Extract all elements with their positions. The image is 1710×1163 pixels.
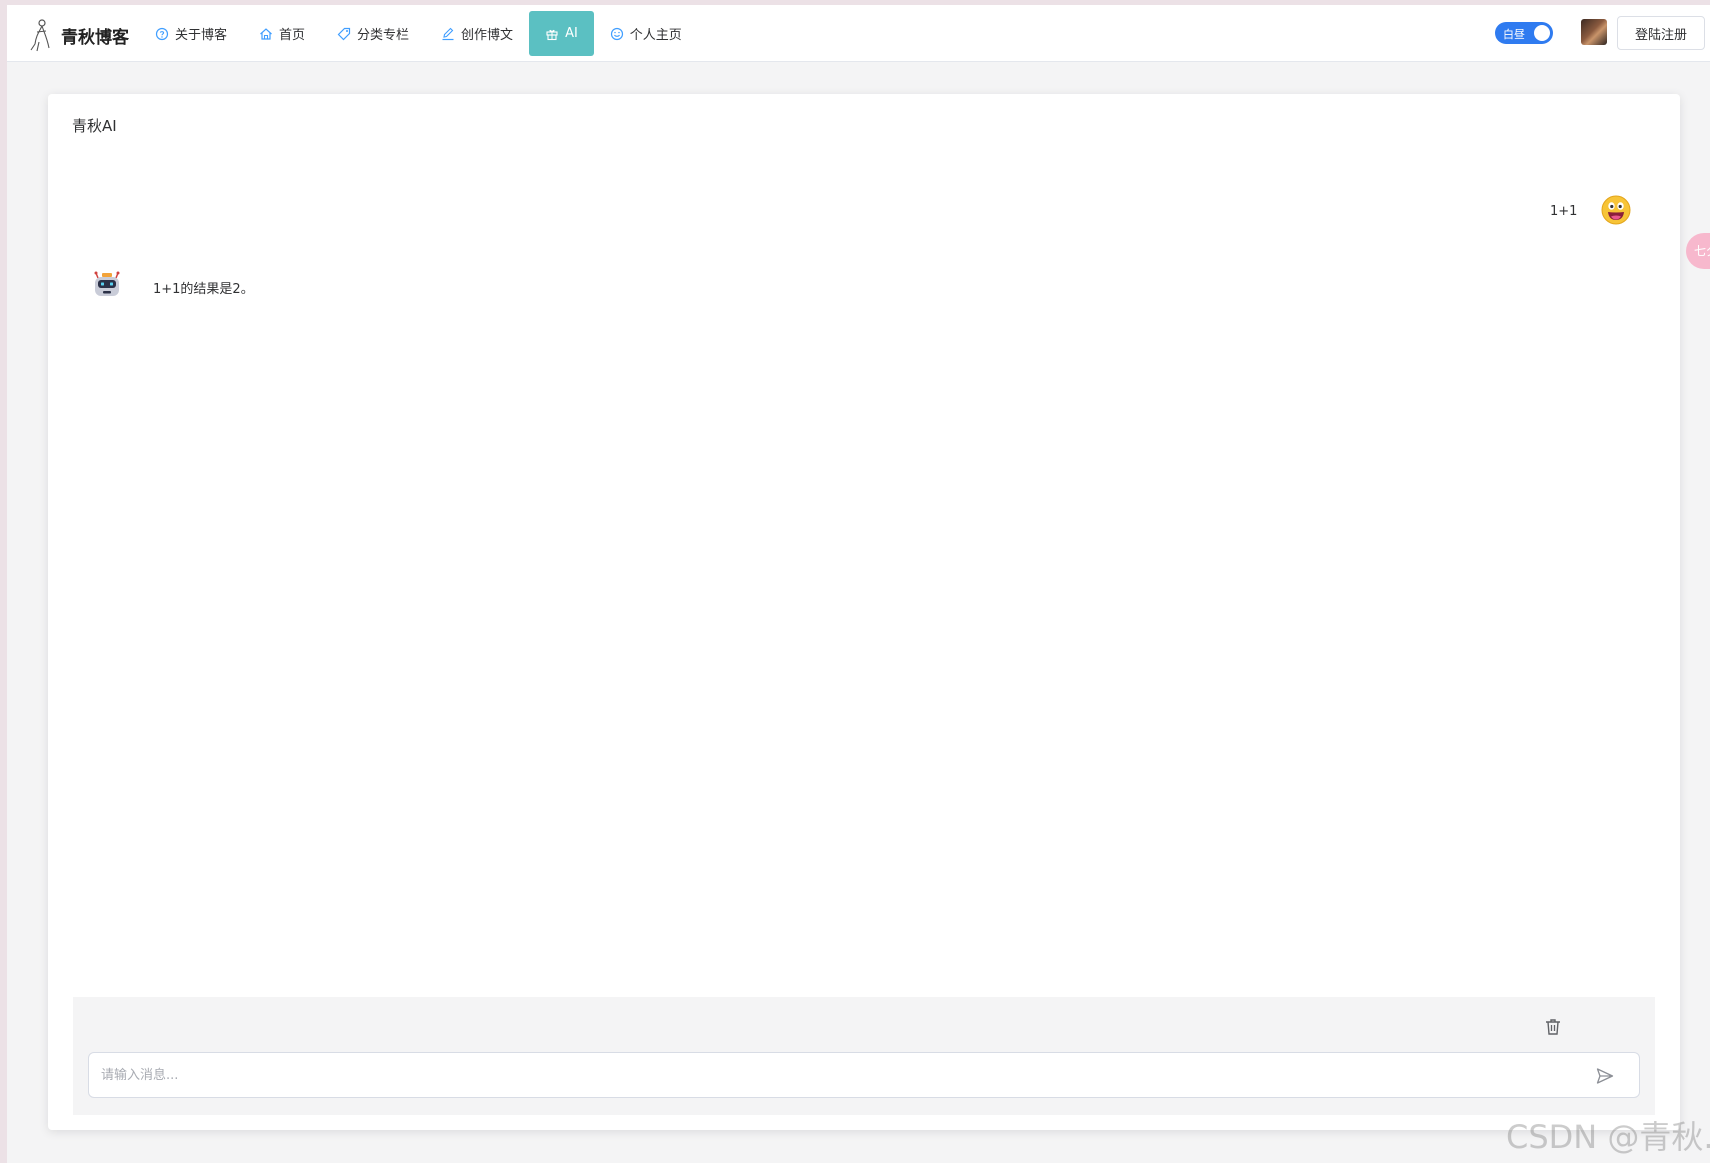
nav-item-categories[interactable]: 分类专栏: [321, 11, 425, 56]
send-icon[interactable]: [1595, 1066, 1615, 1086]
blog-brand-name[interactable]: 青秋博客: [61, 23, 129, 48]
nav-item-profile[interactable]: 个人主页: [594, 11, 698, 56]
question-circle-icon: [155, 27, 169, 41]
nav-label: AI: [565, 26, 578, 41]
nav-item-home[interactable]: 首页: [243, 11, 321, 56]
csdn-watermark: CSDN @青秋.: [1506, 1118, 1710, 1156]
side-floating-tab[interactable]: 七夕: [1686, 233, 1710, 269]
smile-circle-icon: [610, 27, 624, 41]
nav-item-write[interactable]: 创作博文: [425, 11, 529, 56]
gift-icon: [545, 27, 559, 41]
theme-toggle-label: 白昼: [1503, 28, 1525, 41]
main-nav: 关于博客 首页 分类专栏 创作博文 AI 个人主页: [139, 11, 698, 56]
chat-input-area: [73, 997, 1655, 1115]
nav-label: 首页: [279, 28, 306, 43]
message-input[interactable]: [88, 1052, 1640, 1098]
nav-item-about[interactable]: 关于博客: [139, 11, 243, 56]
login-register-button[interactable]: 登陆注册: [1617, 16, 1705, 50]
chat-title: 青秋AI: [72, 117, 117, 135]
assistant-message-text: 1+1的结果是2。: [153, 282, 254, 297]
edit-icon: [441, 27, 455, 41]
tag-icon: [337, 27, 351, 41]
nav-label: 关于博客: [175, 28, 228, 43]
theme-toggle-switch[interactable]: 白昼: [1495, 22, 1553, 44]
home-icon: [259, 27, 273, 41]
nav-label: 个人主页: [629, 28, 682, 43]
user-message-text: 1+1: [1550, 204, 1578, 219]
user-emoji-avatar-icon: [1601, 195, 1631, 225]
nav-label: 创作博文: [461, 28, 514, 43]
chat-card: 青秋AI 1+1 1+1的结果是2。: [48, 94, 1680, 1130]
user-avatar[interactable]: [1581, 19, 1607, 45]
robot-avatar-icon: [91, 269, 123, 301]
toggle-knob: [1534, 25, 1550, 41]
top-navbar: 青秋博客 关于博客 首页 分类专栏 创作博文 AI 个人主页 白昼 登陆注册: [7, 5, 1710, 62]
nav-label: 分类专栏: [357, 28, 410, 43]
window-frame-left: [0, 0, 7, 1163]
trash-icon[interactable]: [1543, 1017, 1563, 1037]
nav-item-ai[interactable]: AI: [529, 11, 594, 56]
blog-logo[interactable]: [27, 18, 53, 52]
